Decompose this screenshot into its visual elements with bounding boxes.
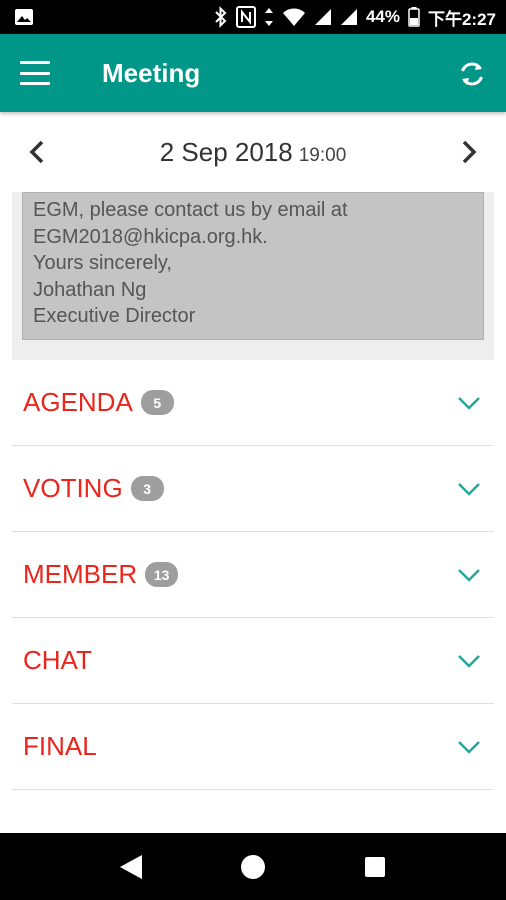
section-final[interactable]: FINAL (12, 704, 494, 790)
chevron-right-icon[interactable] (454, 138, 482, 166)
back-triangle-icon[interactable] (111, 847, 151, 887)
section-member[interactable]: MEMBER 13 (12, 532, 494, 618)
count-badge: 13 (145, 562, 179, 587)
letter-line: Johathan Ng (33, 278, 147, 301)
letter-content[interactable]: EGM, please contact us by email at EGM20… (22, 192, 484, 340)
letter-line: EGM2018@hkicpa.org.hk. (33, 225, 268, 248)
chevron-down-icon[interactable] (456, 481, 482, 497)
chevron-down-icon[interactable] (456, 739, 482, 755)
battery-percentage: 44% (365, 7, 400, 26)
meeting-date: 2 Sep 2018 19:00 (160, 137, 347, 168)
section-title: CHAT (23, 645, 92, 675)
clock: 下午2:27 (427, 9, 496, 29)
home-circle-icon[interactable] (233, 847, 273, 887)
chevron-down-icon[interactable] (456, 395, 482, 411)
bluetooth-icon (215, 6, 227, 28)
signal-icon (340, 9, 357, 25)
status-bar: 44% 下午2:27 (0, 0, 506, 34)
section-title: FINAL (23, 731, 97, 761)
recents-square-icon[interactable] (355, 847, 395, 887)
hamburger-menu-icon[interactable] (20, 61, 50, 85)
image-icon (15, 9, 33, 25)
letter-line: Executive Director (33, 305, 196, 327)
wifi-icon (282, 8, 305, 26)
page-title: Meeting (102, 57, 201, 88)
nfc-icon (235, 6, 256, 28)
app-bar: Meeting (0, 34, 506, 112)
chevron-down-icon[interactable] (456, 567, 482, 583)
time-label: 19:00 (298, 144, 347, 166)
section-title: VOTING (23, 473, 123, 503)
section-voting[interactable]: VOTING 3 (12, 446, 494, 532)
data-arrows-icon (264, 8, 273, 26)
battery-icon (408, 7, 420, 27)
section-title: AGENDA (23, 387, 133, 417)
count-badge: 3 (130, 476, 164, 501)
date-label: 2 Sep 2018 (159, 136, 293, 167)
chevron-left-icon[interactable] (24, 138, 52, 166)
section-title: MEMBER (23, 559, 138, 589)
refresh-icon[interactable] (456, 58, 488, 90)
letter-line: EGM, please contact us by email at (33, 199, 348, 221)
letter-panel: EGM, please contact us by email at EGM20… (12, 192, 494, 360)
section-chat[interactable]: CHAT (12, 618, 494, 704)
signal-icon (314, 9, 331, 25)
date-navigator: 2 Sep 2018 19:00 (0, 112, 506, 192)
letter-line: Yours sincerely, (33, 252, 172, 274)
count-badge: 5 (140, 390, 174, 415)
chevron-down-icon[interactable] (456, 653, 482, 669)
section-agenda[interactable]: AGENDA 5 (12, 360, 494, 446)
system-nav-bar (0, 833, 506, 900)
